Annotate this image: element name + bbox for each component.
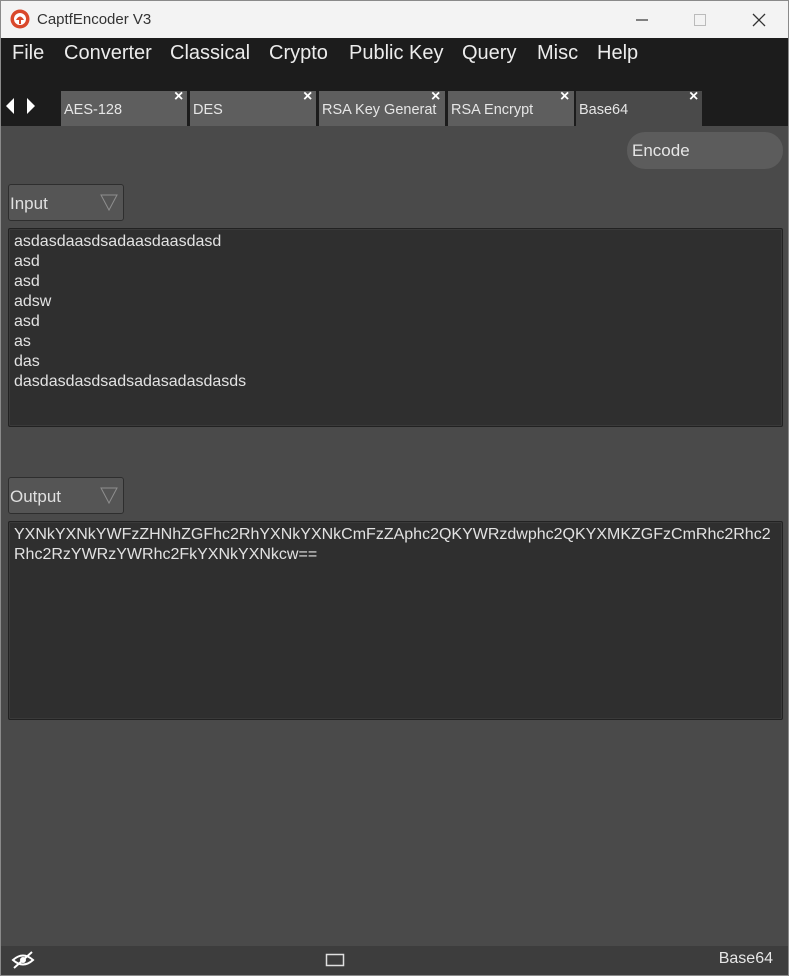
tab-close-icon[interactable]: ×: [431, 91, 440, 105]
input-selector[interactable]: Input: [8, 184, 124, 221]
tab-rsa-key-generate[interactable]: RSA Key Generat ×: [319, 91, 445, 126]
close-icon: [752, 13, 766, 26]
chevron-down-icon: [100, 194, 118, 212]
output-textarea[interactable]: YXNkYXNkYWFzZHNhZGFhc2RhYXNkYXNkCmFzZAph…: [8, 521, 783, 720]
output-selector-label: Output: [10, 487, 62, 506]
input-line: asdasdaasdsadaasdaasdasd: [14, 233, 222, 250]
maximize-button[interactable]: [671, 1, 729, 38]
window-title: CaptfEncoder V3: [37, 11, 152, 28]
minimize-button[interactable]: [613, 1, 671, 38]
menu-bar: File Converter Classical Crypto Public K…: [1, 38, 788, 70]
app-window: CaptfEncoder V3 File Converter Classical…: [0, 0, 789, 976]
tab-bar: AES-128 × DES × RSA Key Generat × RSA En…: [1, 70, 788, 126]
input-line: asd: [14, 273, 40, 290]
close-window-button[interactable]: [730, 1, 788, 38]
menu-public-key[interactable]: Public Key: [349, 42, 444, 65]
captf-logo-icon: [10, 9, 30, 29]
tab-label: RSA Key Generat: [322, 102, 437, 118]
tab-label: RSA Encrypt: [451, 102, 534, 118]
tab-label: DES: [193, 102, 223, 118]
menu-classical[interactable]: Classical: [170, 42, 250, 65]
minimize-icon: [636, 18, 648, 21]
tab-close-icon[interactable]: ×: [560, 91, 569, 105]
output-text: YXNkYXNkYWFzZHNhZGFhc2RhYXNkYXNkCmFzZAph…: [14, 526, 771, 563]
input-line: das: [14, 353, 40, 370]
input-line: adsw: [14, 293, 52, 310]
encode-button[interactable]: Encode: [627, 132, 783, 169]
title-bar[interactable]: CaptfEncoder V3: [1, 1, 788, 38]
input-line: as: [14, 333, 31, 350]
input-line: dasdasdasdsadsadasadasdasds: [14, 373, 247, 390]
input-line: asd: [14, 253, 40, 270]
tab-label: Base64: [579, 102, 629, 118]
input-textarea[interactable]: asdasdaasdsadaasdaasdasd asd asd adsw as…: [8, 228, 783, 427]
menu-misc[interactable]: Misc: [537, 42, 578, 65]
menu-converter[interactable]: Converter: [64, 42, 152, 65]
status-mode-label: Base64: [718, 950, 773, 967]
menu-help[interactable]: Help: [597, 42, 638, 65]
menu-file[interactable]: File: [12, 42, 44, 65]
input-line: asd: [14, 313, 40, 330]
menu-crypto[interactable]: Crypto: [269, 42, 328, 65]
tab-base64[interactable]: Base64 ×: [576, 91, 702, 126]
tab-close-icon[interactable]: ×: [689, 91, 698, 105]
chevron-down-icon: [100, 487, 118, 505]
status-bar: Base64: [1, 946, 788, 975]
eye-off-icon[interactable]: [11, 950, 35, 970]
tab-close-icon[interactable]: ×: [174, 91, 183, 105]
tab-label: AES-128: [64, 102, 123, 118]
menu-query[interactable]: Query: [462, 42, 516, 65]
output-selector[interactable]: Output: [8, 477, 124, 514]
maximize-icon: [694, 13, 706, 26]
input-selector-label: Input: [10, 194, 48, 213]
tab-scroll-left-icon[interactable]: [5, 98, 15, 114]
tab-aes-128[interactable]: AES-128 ×: [61, 91, 187, 126]
tab-rsa-encrypt[interactable]: RSA Encrypt ×: [448, 91, 574, 126]
tab-close-icon[interactable]: ×: [303, 91, 312, 105]
tab-scroll-right-icon[interactable]: [26, 98, 36, 114]
input-text: asdasdaasdsadaasdaasdasd asd asd adsw as…: [14, 232, 246, 392]
tab-des[interactable]: DES ×: [190, 91, 316, 126]
window-rect-icon[interactable]: [325, 952, 345, 968]
